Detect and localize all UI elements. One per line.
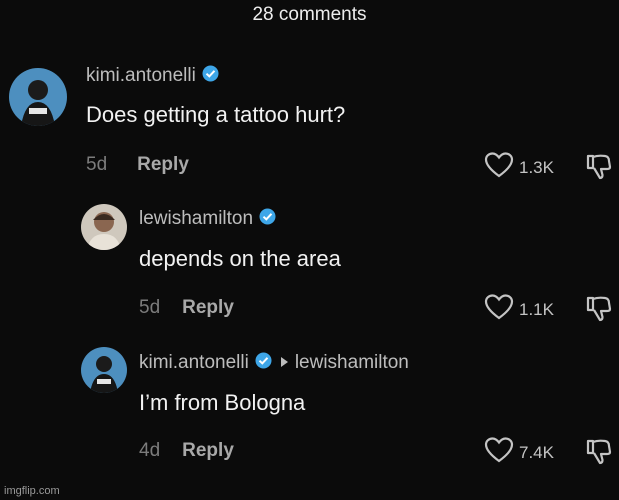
avatar[interactable] [81,204,127,250]
comment-username[interactable]: kimi.antonelli lewishamilton [139,350,409,376]
thumbs-down-icon[interactable] [585,437,613,470]
like-button[interactable]: 1.1K [484,294,554,325]
reply-button[interactable]: Reply [137,154,189,176]
heart-icon [484,294,514,325]
comment-age: 5d [86,154,108,175]
thumbs-down-icon[interactable] [585,152,613,185]
heart-icon [484,152,514,183]
verified-check-icon [259,208,276,231]
heart-icon [484,437,514,468]
verified-check-icon [255,352,272,375]
verified-check-icon [202,65,219,88]
caret-right-icon [280,352,289,374]
thumbs-down-icon[interactable] [585,294,613,327]
like-count: 1.3K [519,157,554,177]
comment-username[interactable]: kimi.antonelli [86,63,219,89]
reply-button[interactable]: Reply [182,297,234,319]
like-count: 7.4K [519,442,554,462]
like-button[interactable]: 7.4K [484,437,554,468]
reply-button[interactable]: Reply [182,440,234,462]
comments-header: 28 comments [0,0,619,30]
comment-text: Does getting a tattoo hurt? [86,102,346,127]
comment-username[interactable]: lewishamilton [139,206,276,232]
comment-age: 5d [139,297,161,318]
watermark: imgflip.com [4,485,60,497]
avatar[interactable] [9,68,67,126]
comments-count: 28 comments [252,4,367,25]
comment-text: I’m from Bologna [139,390,306,415]
like-count: 1.1K [519,299,554,319]
reply-to-username[interactable]: lewishamilton [295,352,409,374]
avatar[interactable] [81,347,127,393]
comment-text: depends on the area [139,246,341,271]
like-button[interactable]: 1.3K [484,152,554,183]
comment-age: 4d [139,440,161,461]
